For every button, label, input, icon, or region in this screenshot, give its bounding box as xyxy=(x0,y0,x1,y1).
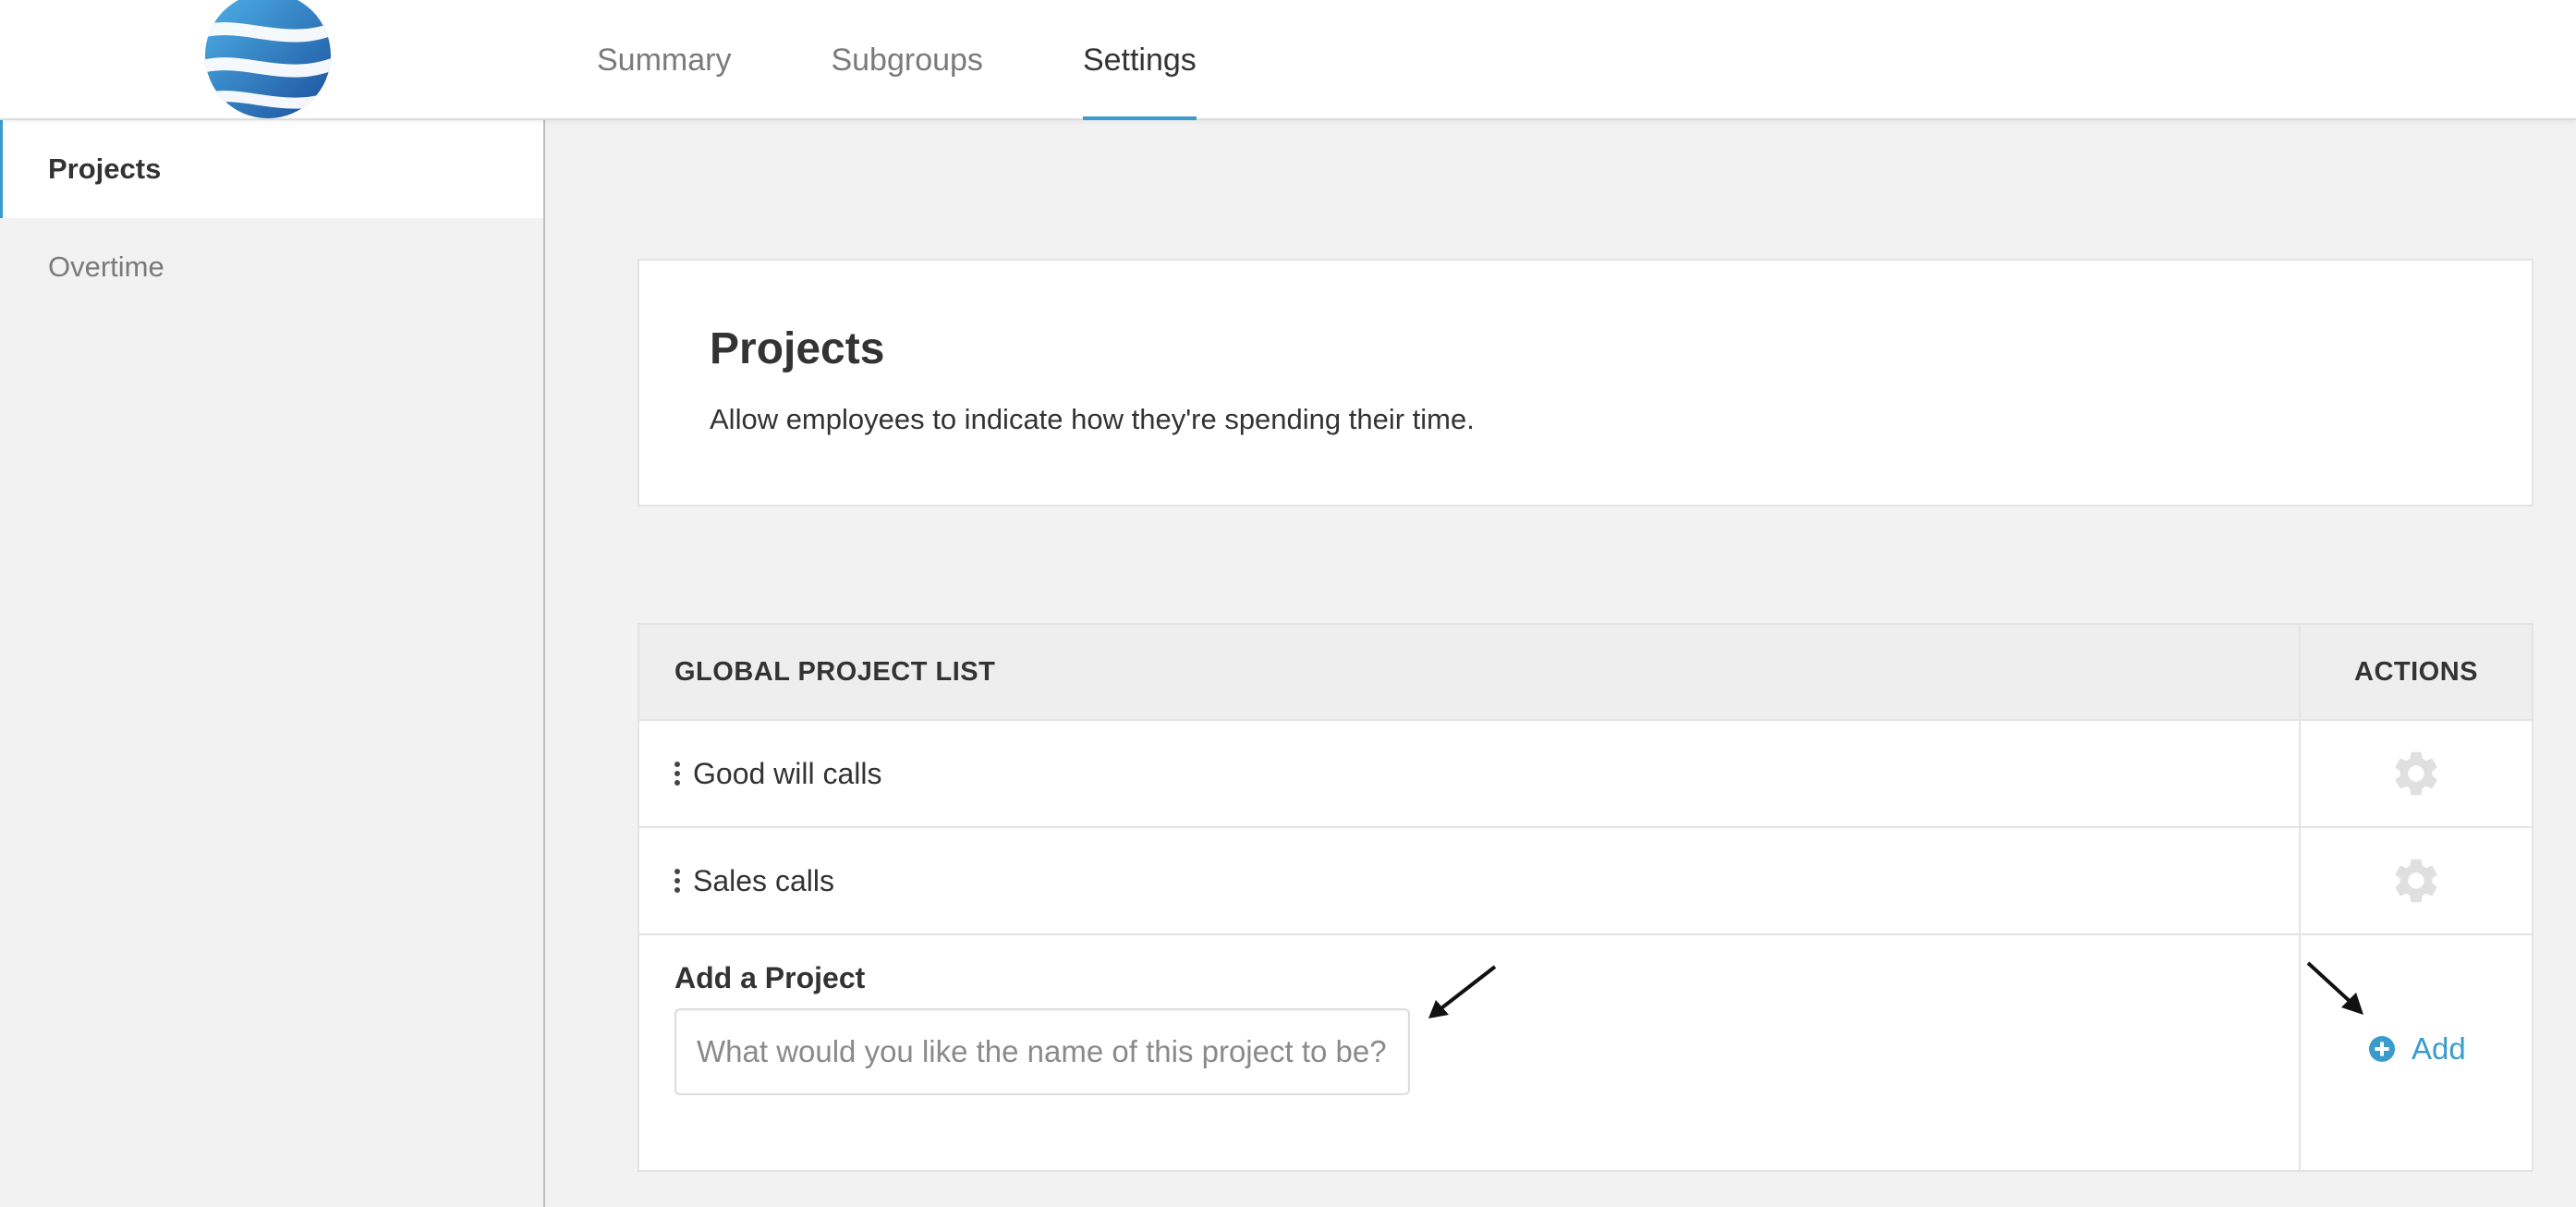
gear-icon[interactable] xyxy=(2389,854,2443,908)
project-name: Good will calls xyxy=(693,756,882,790)
page-description: Allow employees to indicate how they're … xyxy=(710,403,1475,435)
tab-settings[interactable]: Settings xyxy=(1082,0,1197,120)
table-row: Sales calls xyxy=(639,828,2532,935)
drag-handle-icon[interactable] xyxy=(674,760,680,787)
projects-intro-card: Projects Allow employees to indicate how… xyxy=(638,259,2533,506)
project-table: GLOBAL PROJECT LIST ACTIONS Good will ca… xyxy=(638,623,2533,1172)
project-name: Sales calls xyxy=(693,863,834,897)
sidebar: Projects Overtime xyxy=(0,120,545,1207)
table-row: Good will calls xyxy=(639,721,2532,828)
top-header: Summary Subgroups Settings xyxy=(0,0,2576,120)
add-button-label: Add xyxy=(2412,1031,2466,1066)
tab-summary[interactable]: Summary xyxy=(597,0,731,120)
drag-handle-icon[interactable] xyxy=(674,867,680,895)
sidebar-item-projects[interactable]: Projects xyxy=(0,120,543,218)
add-project-button[interactable]: Add xyxy=(2369,1031,2466,1067)
column-header-project-list: GLOBAL PROJECT LIST xyxy=(639,625,2301,719)
tab-subgroups[interactable]: Subgroups xyxy=(831,0,982,120)
page-title: Projects xyxy=(710,324,885,373)
annotation-arrow-icon xyxy=(1428,965,1497,1018)
plus-circle-icon xyxy=(2369,1036,2395,1062)
tab-bar: Summary Subgroups Settings xyxy=(597,0,1296,120)
sidebar-item-overtime[interactable]: Overtime xyxy=(0,218,543,316)
add-project-row: Add a Project Add xyxy=(639,935,2532,1172)
globe-logo-icon[interactable] xyxy=(203,0,333,120)
table-header: GLOBAL PROJECT LIST ACTIONS xyxy=(639,625,2532,721)
gear-icon[interactable] xyxy=(2389,747,2443,800)
annotation-arrow-icon xyxy=(2306,961,2363,1015)
column-header-actions: ACTIONS xyxy=(2354,656,2478,687)
project-name-input[interactable] xyxy=(674,1008,1410,1095)
